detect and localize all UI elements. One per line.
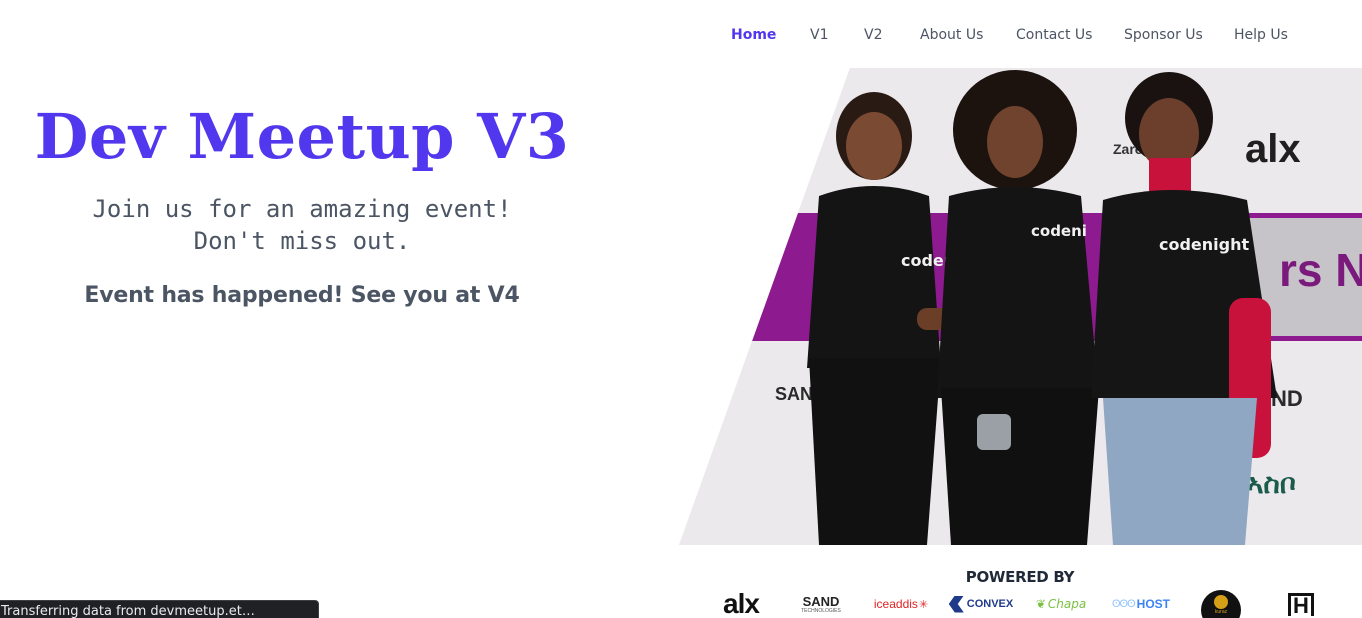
- nav-contact-us[interactable]: Contact Us: [1016, 27, 1124, 43]
- chapa-leaf-icon: ❦: [1035, 597, 1046, 611]
- sponsor-alx-logo[interactable]: alx: [712, 590, 770, 618]
- sponsor-convex-text: CONVEX: [966, 598, 1014, 610]
- sponsor-convex-logo[interactable]: CONVEX: [946, 590, 1016, 618]
- hero-tagline: Join us for an amazing event! Don't miss…: [0, 193, 604, 257]
- backdrop-alx-text: alx: [1245, 127, 1301, 171]
- nav-sponsor-us[interactable]: Sponsor Us: [1124, 27, 1234, 43]
- backdrop-logo-text: ኣስቦ: [1247, 467, 1296, 500]
- kuraz-sun-icon: [1214, 595, 1228, 609]
- main-nav: Home V1 V2 About Us Contact Us Sponsor U…: [731, 24, 1304, 46]
- sponsor-chapa-logo[interactable]: ❦ Chapa: [1032, 590, 1090, 618]
- convex-mark-icon: [948, 595, 964, 613]
- sponsor-host-logo[interactable]: ʘʘʘ HOST: [1106, 590, 1176, 618]
- nav-v1[interactable]: V1: [810, 27, 864, 43]
- tagline-line-2: Don't miss out.: [193, 227, 411, 255]
- sponsor-sand-logo[interactable]: SAND TECHNOLOGIES: [798, 590, 844, 618]
- sponsor-host-text: HOST: [1136, 597, 1170, 611]
- nav-home[interactable]: Home: [731, 27, 810, 43]
- event-status: Event has happened! See you at V4: [84, 283, 520, 308]
- sponsor-h-logo[interactable]: H: [1287, 590, 1315, 618]
- sponsor-alx-text: alx: [723, 588, 760, 618]
- shirt-right-text: codenight: [1159, 235, 1250, 254]
- shirt-middle-text: codeni: [1031, 222, 1087, 240]
- hero-photo: rs N alx Zare SAND ND ኣስቦ coden codeni c…: [679, 68, 1362, 545]
- powered-by-heading: POWERED BY: [965, 568, 1075, 586]
- sponsor-kuraz-text: kuraz: [1214, 609, 1228, 615]
- browser-status-bar: Transferring data from devmeetup.et…: [0, 600, 319, 618]
- backdrop-nd-text: ND: [1271, 386, 1303, 411]
- nav-help-us[interactable]: Help Us: [1234, 27, 1304, 43]
- tagline-line-1: Join us for an amazing event!: [92, 195, 512, 223]
- sponsor-chapa-text: Chapa: [1047, 597, 1087, 611]
- sponsor-sand-text: SAND: [802, 593, 840, 609]
- sponsor-iceaddis-text: iceaddis: [873, 597, 918, 611]
- sponsor-iceaddis-logo[interactable]: iceaddis ✳: [870, 590, 932, 618]
- nav-about-us[interactable]: About Us: [920, 27, 1016, 43]
- host-waves-icon: ʘʘʘ: [1111, 598, 1136, 610]
- iceaddis-star-icon: ✳: [918, 598, 929, 611]
- sponsor-kuraz-logo[interactable]: kuraz: [1199, 590, 1243, 618]
- backdrop-rs-text: rs N: [1279, 244, 1362, 296]
- sponsor-h-text: H: [1288, 592, 1314, 616]
- hero-photo-illustration: rs N alx Zare SAND ND ኣስቦ coden codeni c…: [679, 68, 1362, 545]
- hero-title: Dev Meetup V3: [34, 100, 570, 173]
- sponsor-sand-subtext: TECHNOLOGIES: [801, 607, 841, 614]
- kuraz-badge-icon: kuraz: [1201, 590, 1241, 618]
- nav-v2[interactable]: V2: [864, 27, 920, 43]
